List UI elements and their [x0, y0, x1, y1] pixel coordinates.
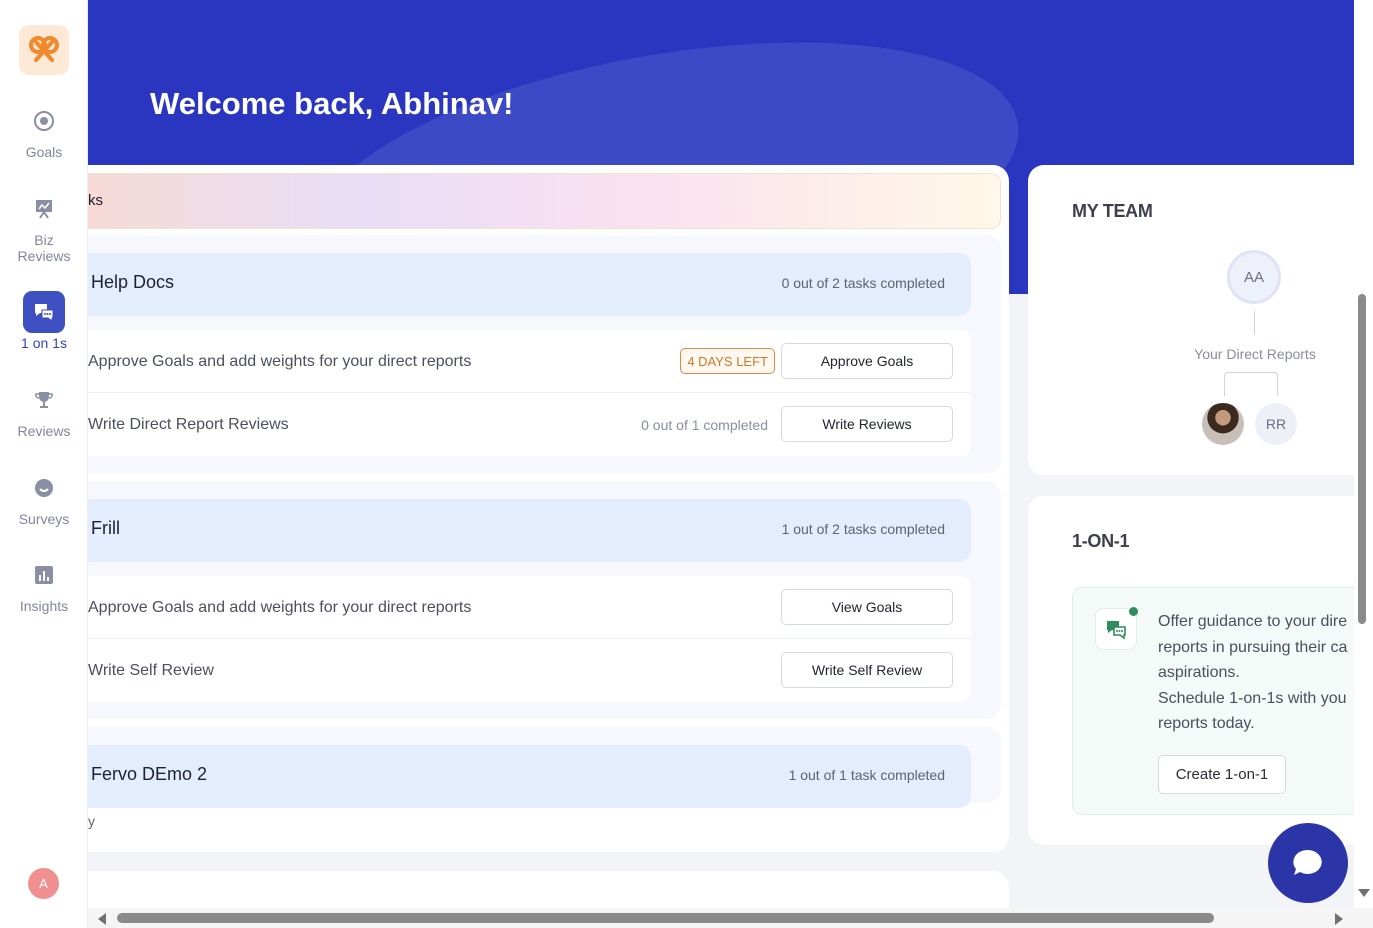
task-group-count: 1 out of 2 tasks completed [781, 521, 945, 537]
tasks-banner: ks [88, 173, 1001, 229]
create-1-on-1-button[interactable]: Create 1-on-1 [1158, 755, 1286, 794]
sidebar-item-label: Biz Reviews [17, 232, 71, 264]
task-group-title: Fervo DEmo 2 [91, 764, 208, 784]
sidebar-item-reviews[interactable]: Reviews [0, 379, 88, 439]
approve-goals-button[interactable]: Approve Goals [781, 343, 953, 379]
direct-reports-label: Your Direct Reports [1194, 346, 1316, 362]
description-line: aspirations. [1158, 664, 1240, 681]
task-group-title: Help Docs [91, 272, 175, 292]
my-team-card: MY TEAM AA Your Direct Reports RR [1028, 165, 1354, 475]
task-row: Approve Goals and add weights for your d… [88, 576, 971, 639]
one-on-one-description: Offer guidance to your dire reports in p… [1158, 609, 1354, 737]
task-group-count: 0 out of 2 tasks completed [781, 275, 945, 291]
task-group-count: 1 out of 1 task completed [788, 767, 945, 783]
sidebar-item-biz-reviews[interactable]: Biz Reviews [0, 188, 88, 264]
task-row: Write Direct Report Reviews 0 out of 1 c… [88, 393, 971, 456]
survey-icon [23, 467, 65, 509]
org-connector [1254, 311, 1255, 335]
task-group: Frill 1 out of 2 tasks completed Approve… [88, 481, 1001, 719]
task-group: Fervo DEmo 2 1 out of 1 task completed [88, 727, 1001, 808]
one-on-one-card: 1-ON-1 Offer guidance to your dire repor… [1028, 496, 1354, 845]
tasks-banner-label: ks [88, 192, 103, 209]
direct-report-avatar[interactable]: RR [1255, 403, 1297, 445]
welcome-heading: Welcome back, Abhinav! [150, 86, 514, 121]
sidebar: Goals Biz Reviews 1 on 1s Reviews Survey… [0, 0, 88, 928]
task-text: Write Direct Report Reviews [88, 416, 289, 433]
chat-icon [1293, 849, 1322, 875]
sidebar-item-label: Goals [25, 144, 63, 160]
manager-avatar[interactable]: AA [1227, 250, 1281, 304]
my-team-title: MY TEAM [1072, 201, 1153, 221]
user-avatar[interactable]: A [28, 868, 59, 899]
vertical-scrollbar[interactable] [1354, 0, 1373, 908]
task-list: Approve Goals and add weights for your d… [88, 330, 971, 456]
horizontal-scroll-thumb[interactable] [117, 913, 1214, 923]
view-goals-button[interactable]: View Goals [781, 589, 953, 625]
sidebar-item-label: Surveys [18, 511, 70, 527]
write-reviews-button[interactable]: Write Reviews [781, 406, 953, 442]
bar-chart-icon [23, 554, 65, 596]
write-self-review-button[interactable]: Write Self Review [781, 652, 953, 688]
chat-bubbles-icon [23, 291, 65, 333]
task-group: Help Docs 0 out of 2 tasks completed App… [88, 235, 1001, 473]
sidebar-item-insights[interactable]: Insights [0, 554, 88, 614]
trophy-icon [23, 379, 65, 421]
sidebar-item-1-on-1s[interactable]: 1 on 1s [0, 291, 88, 351]
horizontal-scrollbar[interactable] [88, 908, 1373, 928]
task-text: Approve Goals and add weights for your d… [88, 353, 472, 370]
task-text: Write Self Review [88, 662, 214, 679]
status-dot [1129, 607, 1138, 616]
org-connector [1224, 372, 1278, 396]
deadline-badge: 4 DAYS LEFT [680, 348, 775, 374]
scroll-down-arrow[interactable] [1358, 889, 1370, 897]
sidebar-item-label: 1 on 1s [21, 335, 67, 351]
task-text: Approve Goals and add weights for your d… [88, 599, 472, 616]
sidebar-item-label: Insights [19, 598, 69, 614]
task-group-header[interactable]: Help Docs 0 out of 2 tasks completed [88, 253, 971, 316]
sidebar-item-label: Reviews [17, 423, 71, 439]
target-icon [23, 100, 65, 142]
task-group-header[interactable]: Fervo DEmo 2 1 out of 1 task completed [88, 745, 971, 808]
task-list: Approve Goals and add weights for your d… [88, 576, 971, 702]
vertical-scroll-thumb[interactable] [1358, 294, 1366, 624]
scroll-left-arrow[interactable] [98, 913, 106, 925]
scroll-right-arrow[interactable] [1335, 913, 1343, 925]
task-row: Write Self Review Write Self Review [88, 639, 971, 702]
tasks-panel: ks Help Docs 0 out of 2 tasks completed … [88, 165, 1009, 852]
task-row: Approve Goals and add weights for your d… [88, 330, 971, 393]
description-line: reports today. [1158, 715, 1255, 732]
presentation-icon [23, 188, 65, 230]
pretzel-logo-icon [29, 36, 59, 62]
description-line: reports in pursuing their ca [1158, 638, 1348, 656]
task-progress-note: 0 out of 1 completed [641, 417, 768, 433]
sidebar-item-goals[interactable]: Goals [0, 100, 88, 160]
one-on-one-prompt: Offer guidance to your dire reports in p… [1072, 587, 1354, 815]
task-group-title: Frill [91, 518, 120, 538]
description-line: Offer guidance to your dire [1158, 613, 1348, 630]
task-group-header[interactable]: Frill 1 out of 2 tasks completed [88, 499, 971, 562]
sidebar-item-surveys[interactable]: Surveys [0, 467, 88, 527]
direct-report-photo-avatar[interactable] [1202, 403, 1244, 445]
pretzel-logo[interactable] [19, 25, 69, 75]
view-more-link[interactable]: y [88, 813, 95, 829]
description-line: Schedule 1-on-1s with you [1158, 689, 1347, 707]
chat-widget-button[interactable] [1268, 823, 1348, 903]
one-on-one-title: 1-ON-1 [1072, 531, 1130, 551]
